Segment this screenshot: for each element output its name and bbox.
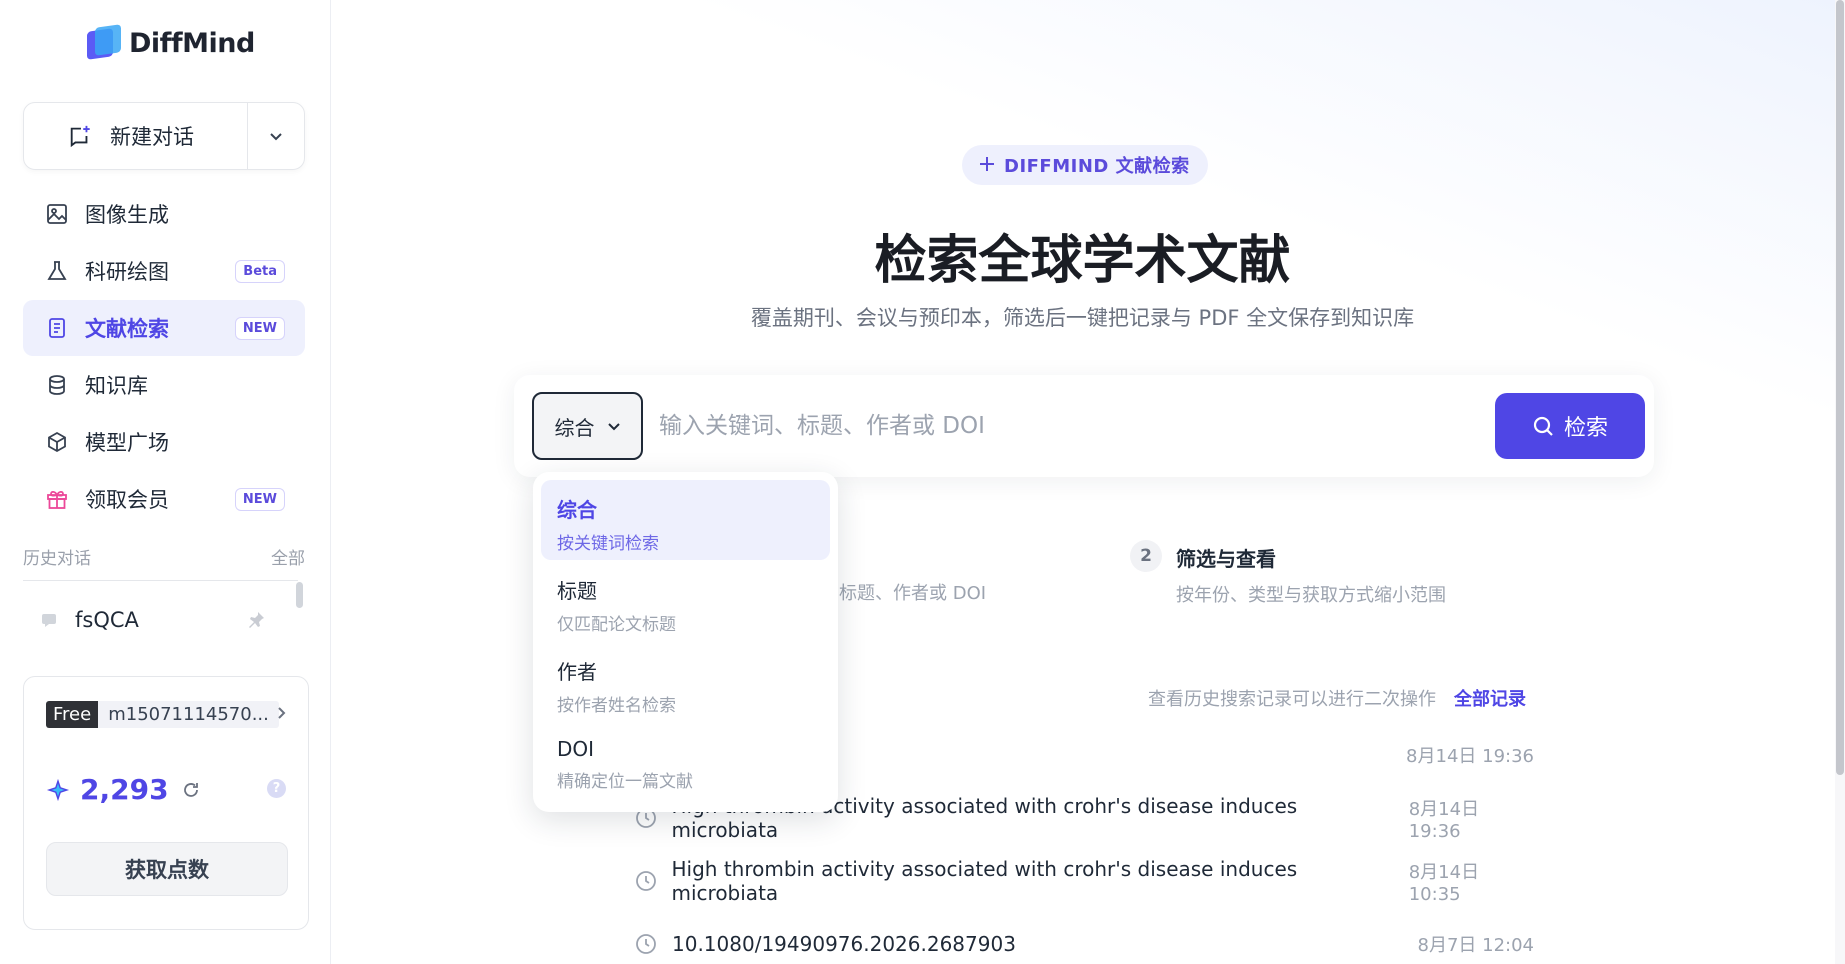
page-subtitle: 覆盖期刊、会议与预印本，筛选后一键把记录与 PDF 全文保存到知识库 <box>750 306 1415 330</box>
sidebar-item-model-square[interactable]: 模型广场 <box>23 414 305 470</box>
brand-name: DiffMind <box>129 27 255 59</box>
document-icon <box>45 316 69 340</box>
new-chat-dropdown-button[interactable] <box>248 103 304 169</box>
record-text: 10.1080/19490976.2026.2687903 <box>672 932 1016 956</box>
sidebar-item-label: 知识库 <box>85 374 148 398</box>
new-chat-button[interactable]: 新建对话 <box>24 103 248 169</box>
points-value: 2,293 <box>80 773 169 806</box>
all-records-link[interactable]: 全部记录 <box>1454 685 1526 711</box>
search-type-option-title[interactable]: 标题 仅匹配论文标题 <box>541 561 830 641</box>
search-type-value: 综合 <box>554 415 595 440</box>
flask-icon <box>45 259 69 283</box>
page-title: 检索全球学术文献 <box>874 231 1291 291</box>
record-time: 8月14日 10:35 <box>1408 861 1480 905</box>
option-description: 精确定位一篇文献 <box>557 772 693 792</box>
logo[interactable]: DiffMind <box>87 24 255 60</box>
chevron-right-icon[interactable] <box>274 705 288 724</box>
step-title: 筛选与查看 <box>1176 547 1276 571</box>
new-badge: NEW <box>234 316 285 340</box>
history-item[interactable]: fsQCA <box>23 600 268 640</box>
plan-badge: Free <box>46 701 99 728</box>
history-all-link[interactable]: 全部 <box>271 544 305 569</box>
section-pill-label: DIFFMIND 文献检索 <box>1004 156 1190 177</box>
sidebar-item-label: 科研绘图 <box>85 260 169 284</box>
help-icon[interactable]: ? <box>267 779 286 798</box>
sidebar-item-research-drawing[interactable]: 科研绘图 Beta <box>23 243 305 299</box>
username: m15071114570... <box>98 701 279 728</box>
clock-icon <box>634 869 658 893</box>
history-record[interactable]: High thrombin activity associated with c… <box>634 857 1534 905</box>
step-description: 按年份、类型与获取方式缩小范围 <box>1176 585 1446 606</box>
sidebar-item-literature-search[interactable]: 文献检索 NEW <box>23 300 305 356</box>
chat-icon <box>37 608 61 632</box>
history-header: 历史对话 全部 <box>23 544 305 569</box>
step-number: 2 <box>1130 540 1162 572</box>
history-item-label: fsQCA <box>75 608 139 632</box>
search-type-option-author[interactable]: 作者 按作者姓名检索 <box>541 642 830 722</box>
new-chat-control: 新建对话 <box>23 102 305 170</box>
sparkle-icon <box>46 778 70 802</box>
history-scrollbar[interactable] <box>296 582 303 608</box>
search-type-select[interactable]: 综合 <box>532 392 643 460</box>
chevron-down-icon <box>270 133 282 141</box>
clock-icon <box>634 932 658 956</box>
option-title: 作者 <box>557 660 597 684</box>
search-input[interactable] <box>659 399 1479 453</box>
points-display: 2,293 <box>46 773 203 806</box>
sidebar: DiffMind 新建对话 图像生成 科研绘图 Beta 文献检索 NEW 知识… <box>0 0 331 964</box>
sidebar-item-membership[interactable]: 领取会员 NEW <box>23 471 305 527</box>
history-title: 历史对话 <box>23 549 91 569</box>
option-description: 仅匹配论文标题 <box>557 615 676 635</box>
page-scrollbar[interactable] <box>1835 0 1845 964</box>
search-type-option-general[interactable]: 综合 按关键词检索 <box>541 480 830 560</box>
option-title: 综合 <box>557 498 597 522</box>
history-record[interactable]: 10.1080/19490976.2026.2687903 8月7日 12:04 <box>634 929 1534 959</box>
database-icon <box>45 373 69 397</box>
sidebar-item-label: 模型广场 <box>85 431 169 455</box>
get-points-button[interactable]: 获取点数 <box>46 842 288 896</box>
record-time: 8月7日 12:04 <box>1417 935 1535 956</box>
sidebar-item-image-generation[interactable]: 图像生成 <box>23 186 305 242</box>
step-2: 2 筛选与查看 按年份、类型与获取方式缩小范围 <box>1130 540 1446 607</box>
image-icon <box>45 202 69 226</box>
section-pill: DIFFMIND 文献检索 <box>962 145 1208 185</box>
sidebar-item-knowledge-base[interactable]: 知识库 <box>23 357 305 413</box>
search-box: 综合 检索 <box>514 375 1654 477</box>
option-title: 标题 <box>557 579 597 603</box>
cube-icon <box>45 430 69 454</box>
account-row[interactable]: Free m15071114570... <box>46 701 279 728</box>
option-description: 按作者姓名检索 <box>557 696 676 716</box>
page-scrollbar-thumb[interactable] <box>1836 0 1844 775</box>
record-time: 8月14日 19:36 <box>1408 798 1480 842</box>
history-tip: 查看历史搜索记录可以进行二次操作 <box>1148 689 1436 710</box>
option-description: 按关键词检索 <box>557 534 659 554</box>
record-text: High thrombin activity associated with c… <box>671 857 1298 905</box>
search-history-header: 查看历史搜索记录可以进行二次操作 全部记录 <box>1148 685 1526 711</box>
sidebar-item-label: 文献检索 <box>85 317 169 341</box>
search-button-label: 检索 <box>1563 416 1608 441</box>
logo-icon <box>87 24 121 60</box>
new-badge: NEW <box>234 487 285 511</box>
search-type-menu: 综合 按关键词检索 标题 仅匹配论文标题 作者 按作者姓名检索 DOI 精确定位… <box>533 472 838 812</box>
search-icon <box>1533 416 1553 436</box>
new-chat-icon <box>68 124 92 148</box>
pin-icon[interactable] <box>244 608 268 632</box>
search-button[interactable]: 检索 <box>1495 393 1645 459</box>
record-time: 8月14日 19:36 <box>1406 746 1534 767</box>
beta-badge: Beta <box>235 259 285 283</box>
account-card: Free m15071114570... 2,293 ? 获取点数 <box>23 676 309 930</box>
search-type-option-doi[interactable]: DOI 精确定位一篇文献 <box>541 723 830 803</box>
sidebar-item-label: 领取会员 <box>85 488 169 512</box>
sidebar-nav: 图像生成 科研绘图 Beta 文献检索 NEW 知识库 模型广场 领取会员 NE… <box>23 186 305 528</box>
chevron-down-icon <box>607 423 620 431</box>
option-title: DOI <box>557 737 595 761</box>
sidebar-item-label: 图像生成 <box>85 203 169 227</box>
new-chat-label: 新建对话 <box>110 125 194 149</box>
step1-description: 标题、作者或 DOI <box>839 583 987 604</box>
sparkle-icon <box>980 155 994 176</box>
refresh-icon[interactable] <box>179 778 203 802</box>
divider <box>23 580 298 581</box>
gift-icon <box>45 487 69 511</box>
